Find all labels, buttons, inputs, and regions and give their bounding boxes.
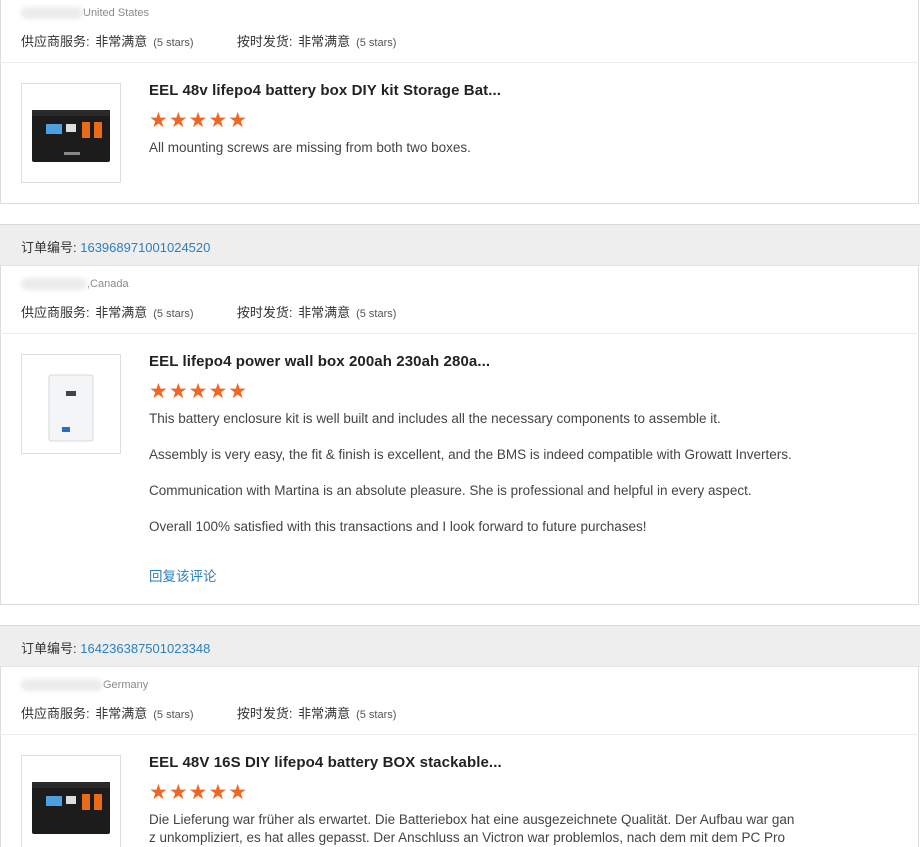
product-title[interactable]: EEL 48V 16S DIY lifepo4 battery BOX stac… (149, 754, 502, 771)
order-number-link[interactable]: 163968971001024520 (80, 240, 210, 255)
buyer-country: ,Canada (87, 278, 129, 290)
seller-ratings: 供应商服务: 非常满意 (5 stars) 按时发货: 非常满意 (5 stars) (21, 703, 396, 722)
star-rating: ★★★★★ (149, 380, 249, 403)
review-text-line: Die Lieferung war früher als erwartet. D… (149, 812, 795, 827)
blurred-buyer-name (21, 278, 87, 291)
order-label-text: 订单编号: (21, 641, 81, 656)
supplier-service-label: 供应商服务: (21, 34, 94, 49)
buyer-country: Germany (103, 679, 149, 691)
order-bar: 订单编号: 163968971001024520 (0, 224, 920, 266)
order-number-label: 订单编号: 163968971001024520 (21, 237, 210, 256)
buyer-info: Germany (21, 679, 149, 692)
product-title[interactable]: EEL 48v lifepo4 battery box DIY kit Stor… (149, 82, 501, 99)
shipping-stars: (5 stars) (356, 37, 397, 49)
blurred-buyer-name (21, 7, 83, 20)
order-bar: 订单编号: 164236387501023348 (0, 625, 920, 667)
shipping-stars: (5 stars) (356, 709, 397, 721)
shipping-label: 按时发货: (236, 34, 297, 49)
buyer-country: United States (83, 7, 150, 19)
battery-box-image (32, 110, 110, 162)
divider (0, 734, 919, 735)
review-paragraph: Communication with Martina is an absolut… (149, 483, 752, 498)
supplier-service-value: 非常满意 (95, 706, 148, 721)
shipping-value: 非常满意 (298, 305, 351, 320)
shipping-value: 非常满意 (298, 34, 351, 49)
product-title[interactable]: EEL lifepo4 power wall box 200ah 230ah 2… (149, 353, 490, 370)
shipping-label: 按时发货: (236, 305, 297, 320)
battery-box-image (32, 782, 110, 834)
product-thumbnail[interactable] (21, 354, 121, 454)
review-feed: United States 供应商服务: 非常满意 (5 stars) 按时发货:… (0, 0, 920, 847)
shipping-value: 非常满意 (298, 706, 351, 721)
reply-to-review-link[interactable]: 回复该评论 (149, 565, 217, 585)
star-rating: ★★★★★ (149, 109, 249, 132)
blurred-buyer-name (21, 679, 103, 692)
product-thumbnail[interactable] (21, 83, 121, 183)
review-text: All mounting screws are missing from bot… (149, 140, 471, 155)
star-rating: ★★★★★ (149, 781, 249, 804)
product-thumbnail[interactable] (21, 755, 121, 847)
supplier-service-label: 供应商服务: (21, 305, 94, 320)
seller-ratings: 供应商服务: 非常满意 (5 stars) 按时发货: 非常满意 (5 stars) (21, 31, 396, 50)
review-paragraph: Overall 100% satisfied with this transac… (149, 519, 647, 534)
supplier-service-stars: (5 stars) (153, 37, 194, 49)
supplier-service-stars: (5 stars) (153, 709, 194, 721)
supplier-service-label: 供应商服务: (21, 706, 94, 721)
buyer-info: United States (21, 7, 150, 20)
power-wall-image (48, 374, 94, 442)
divider (0, 333, 919, 334)
review-text-line: z unkompliziert, es hat alles gepasst. D… (149, 830, 786, 845)
buyer-info: ,Canada (21, 278, 129, 291)
seller-ratings: 供应商服务: 非常满意 (5 stars) 按时发货: 非常满意 (5 stars) (21, 302, 396, 321)
shipping-stars: (5 stars) (356, 308, 397, 320)
supplier-service-value: 非常满意 (95, 34, 148, 49)
supplier-service-value: 非常满意 (95, 305, 148, 320)
supplier-service-stars: (5 stars) (153, 308, 194, 320)
order-number-link[interactable]: 164236387501023348 (80, 641, 210, 656)
order-label-text: 订单编号: (21, 240, 81, 255)
review-paragraph: This battery enclosure kit is well built… (149, 411, 721, 426)
order-number-label: 订单编号: 164236387501023348 (21, 638, 210, 657)
review-paragraph: Assembly is very easy, the fit & finish … (149, 447, 792, 462)
shipping-label: 按时发货: (236, 706, 297, 721)
divider (0, 62, 919, 63)
